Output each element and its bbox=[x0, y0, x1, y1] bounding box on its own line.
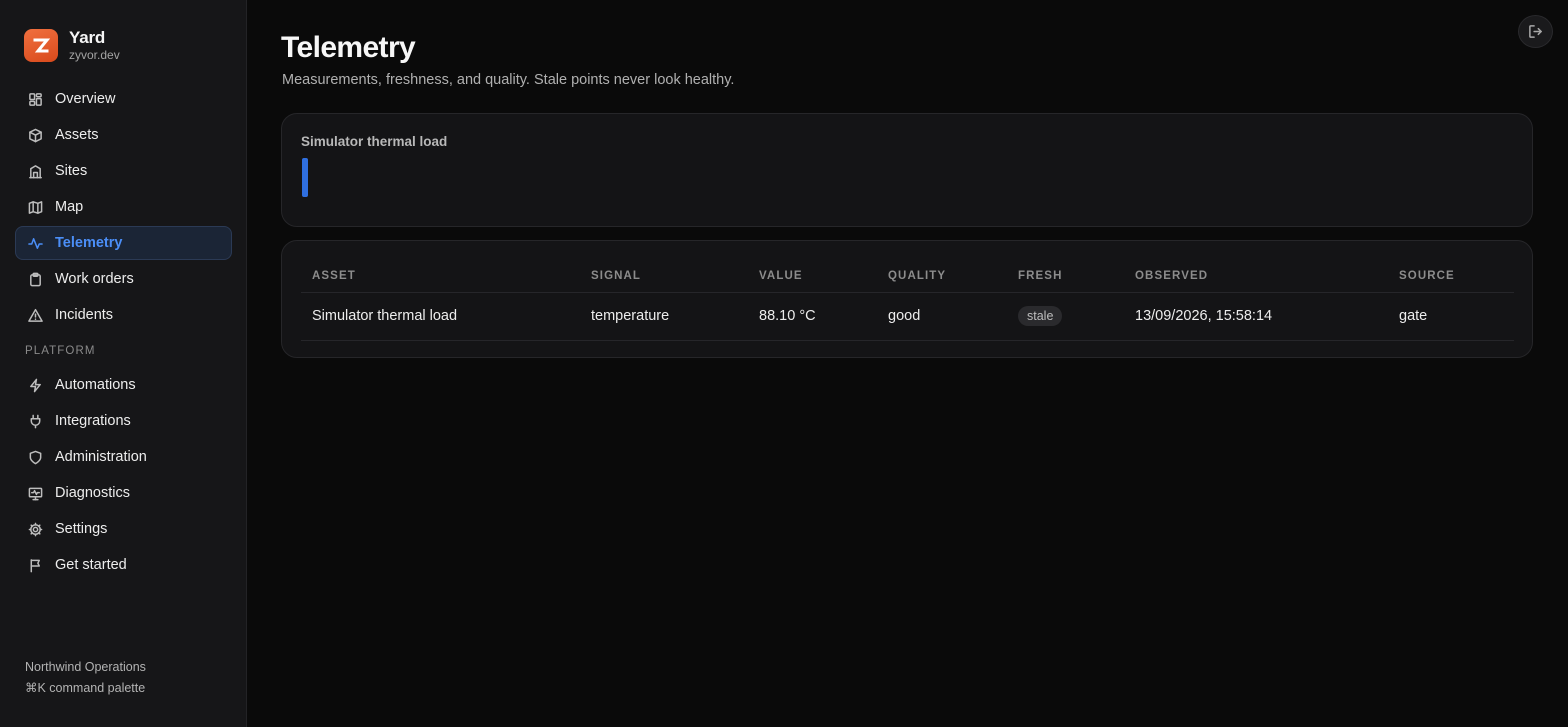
sidebar-item-label: Incidents bbox=[55, 307, 114, 323]
main-content: Telemetry Measurements, freshness, and q… bbox=[247, 0, 1568, 727]
monitor-icon bbox=[27, 485, 43, 501]
column-header-signal[interactable]: SIGNAL bbox=[580, 261, 748, 293]
cell-observed: 13/09/2026, 15:58:14 bbox=[1124, 292, 1388, 341]
sidebar-item-label: Assets bbox=[55, 127, 99, 143]
column-header-value[interactable]: VALUE bbox=[748, 261, 877, 293]
sidebar-item-label: Automations bbox=[55, 377, 136, 393]
status-badge: stale bbox=[1018, 306, 1063, 326]
shield-icon bbox=[27, 449, 43, 465]
sidebar-item-label: Work orders bbox=[55, 271, 134, 287]
sidebar-item-map[interactable]: Map bbox=[15, 190, 232, 224]
bolt-icon bbox=[27, 377, 43, 393]
plug-icon bbox=[27, 413, 43, 429]
sidebar-item-incidents[interactable]: Incidents bbox=[15, 298, 232, 332]
dashboard-icon bbox=[27, 91, 43, 107]
sidebar-item-settings[interactable]: Settings bbox=[15, 512, 232, 546]
sidebar: Yard zyvor.dev Overview Assets Sites Map… bbox=[0, 0, 247, 727]
building-icon bbox=[27, 163, 43, 179]
sidebar-section-platform: PLATFORM bbox=[25, 345, 96, 357]
telemetry-table-card: ASSET SIGNAL VALUE QUALITY FRESH OBSERVE… bbox=[281, 240, 1533, 358]
command-palette-hint[interactable]: ⌘K command palette bbox=[25, 678, 146, 699]
column-header-source[interactable]: SOURCE bbox=[1388, 261, 1514, 293]
org-name: Northwind Operations bbox=[25, 660, 146, 674]
column-header-fresh[interactable]: FRESH bbox=[1007, 261, 1124, 293]
sidebar-item-label: Integrations bbox=[55, 413, 131, 429]
cell-source: gate bbox=[1388, 292, 1514, 341]
sidebar-item-sites[interactable]: Sites bbox=[15, 154, 232, 188]
cell-value: 88.10 °C bbox=[748, 292, 877, 341]
sidebar-item-assets[interactable]: Assets bbox=[15, 118, 232, 152]
sidebar-item-label: Get started bbox=[55, 557, 127, 573]
sidebar-item-integrations[interactable]: Integrations bbox=[15, 404, 232, 438]
sidebar-item-label: Sites bbox=[55, 163, 88, 179]
telemetry-table: ASSET SIGNAL VALUE QUALITY FRESH OBSERVE… bbox=[301, 261, 1514, 341]
sidebar-item-label: Diagnostics bbox=[55, 485, 130, 501]
map-icon bbox=[27, 199, 43, 215]
flag-icon bbox=[27, 557, 43, 573]
brand-domain: zyvor.dev bbox=[69, 48, 120, 62]
sidebar-item-label: Telemetry bbox=[55, 235, 123, 251]
telemetry-chart-card: Simulator thermal load bbox=[281, 113, 1533, 227]
sidebar-item-administration[interactable]: Administration bbox=[15, 440, 232, 474]
sidebar-item-label: Settings bbox=[55, 521, 108, 537]
cell-fresh: stale bbox=[1007, 292, 1124, 341]
sidebar-item-label: Overview bbox=[55, 91, 116, 107]
chart-title: Simulator thermal load bbox=[301, 134, 448, 149]
page-title: Telemetry bbox=[281, 31, 416, 64]
cell-asset: Simulator thermal load bbox=[301, 292, 580, 341]
brand-name: Yard bbox=[69, 28, 106, 47]
box-icon bbox=[27, 127, 43, 143]
column-header-observed[interactable]: OBSERVED bbox=[1124, 261, 1388, 293]
logout-button[interactable] bbox=[1518, 15, 1553, 48]
logout-icon bbox=[1529, 25, 1542, 38]
warning-icon bbox=[27, 307, 43, 323]
brand-logo bbox=[24, 29, 58, 62]
column-header-asset[interactable]: ASSET bbox=[301, 261, 580, 293]
sidebar-item-automations[interactable]: Automations bbox=[15, 368, 232, 402]
sidebar-item-label: Map bbox=[55, 199, 84, 215]
column-header-quality[interactable]: QUALITY bbox=[877, 261, 1007, 293]
brand[interactable]: Yard zyvor.dev bbox=[24, 29, 120, 62]
sidebar-item-telemetry[interactable]: Telemetry bbox=[15, 226, 232, 260]
cell-quality: good bbox=[877, 292, 1007, 341]
sidebar-footer: Northwind Operations ⌘K command palette bbox=[25, 657, 146, 699]
sidebar-item-work-orders[interactable]: Work orders bbox=[15, 262, 232, 296]
sidebar-item-get-started[interactable]: Get started bbox=[15, 548, 232, 582]
sidebar-nav: Overview Assets Sites Map Telemetry Work… bbox=[15, 82, 232, 584]
table-header-row: ASSET SIGNAL VALUE QUALITY FRESH OBSERVE… bbox=[301, 261, 1514, 293]
cell-signal: temperature bbox=[580, 292, 748, 341]
gear-icon bbox=[27, 521, 43, 537]
chart-bar bbox=[302, 158, 308, 197]
clipboard-icon bbox=[27, 271, 43, 287]
activity-icon bbox=[27, 235, 43, 251]
page-subtitle: Measurements, freshness, and quality. St… bbox=[282, 72, 735, 88]
table-row[interactable]: Simulator thermal load temperature 88.10… bbox=[301, 292, 1514, 341]
sidebar-item-diagnostics[interactable]: Diagnostics bbox=[15, 476, 232, 510]
sidebar-item-overview[interactable]: Overview bbox=[15, 82, 232, 116]
sidebar-item-label: Administration bbox=[55, 449, 147, 465]
